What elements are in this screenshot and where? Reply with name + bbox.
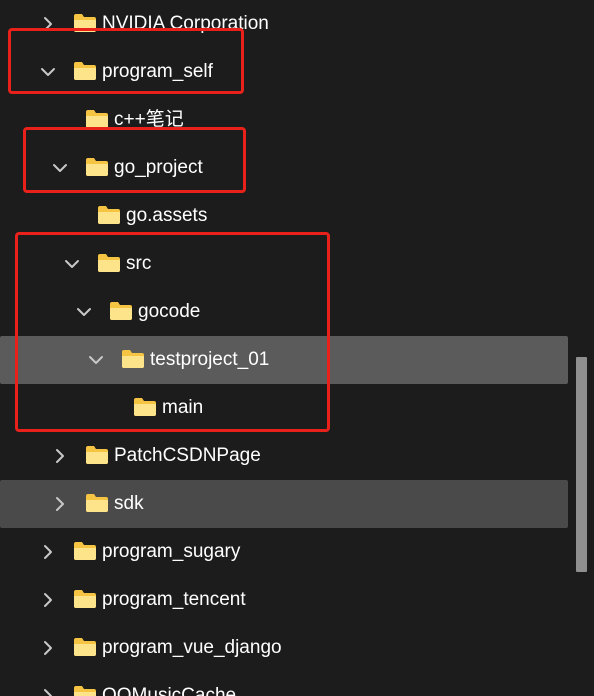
tree-row-label: sdk <box>114 493 144 514</box>
chevron-down-icon[interactable] <box>86 350 106 370</box>
folder-icon <box>133 397 157 417</box>
folder-icon <box>85 493 109 513</box>
tree-row-go-project[interactable]: go_project <box>0 144 568 192</box>
tree-row-go-assets[interactable]: go.assets <box>0 192 568 240</box>
tree-row-label: gocode <box>138 301 201 322</box>
tree-row-nvidia-corporation[interactable]: NVIDIA Corporation <box>0 0 568 48</box>
tree-row-label: NVIDIA Corporation <box>102 13 269 34</box>
folder-icon <box>73 541 97 561</box>
chevron-right-icon[interactable] <box>50 446 70 466</box>
tree-row-label: program_vue_django <box>102 637 282 658</box>
tree-row-label: main <box>162 397 204 418</box>
folder-tree: NVIDIA Corporation program_self c++笔记 go_pr… <box>0 0 594 696</box>
tree-row-testproject-01[interactable]: testproject_01 <box>0 336 568 384</box>
folder-icon <box>73 637 97 657</box>
folder-icon <box>73 13 97 33</box>
tree-row-program-sugary[interactable]: program_sugary <box>0 528 568 576</box>
tree-row-label: QQMusicCache <box>102 685 237 696</box>
tree-row-label: program_sugary <box>102 541 241 562</box>
tree-row-label: src <box>126 253 152 274</box>
chevron-right-icon[interactable] <box>50 494 70 514</box>
folder-icon <box>73 685 97 696</box>
folder-icon <box>121 349 145 369</box>
tree-row-c[interactable]: c++笔记 <box>0 96 568 144</box>
tree-row-label: program_self <box>102 61 213 82</box>
chevron-down-icon[interactable] <box>50 158 70 178</box>
folder-icon <box>85 109 109 129</box>
tree-row-label: program_tencent <box>102 589 246 610</box>
tree-row-program-vue-django[interactable]: program_vue_django <box>0 624 568 672</box>
tree-row-sdk[interactable]: sdk <box>0 480 568 528</box>
tree-row-program-self[interactable]: program_self <box>0 48 568 96</box>
folder-icon <box>85 445 109 465</box>
tree-row-patchcsdnpage[interactable]: PatchCSDNPage <box>0 432 568 480</box>
chevron-down-icon[interactable] <box>38 62 58 82</box>
tree-row-label: testproject_01 <box>150 349 270 370</box>
chevron-right-icon[interactable] <box>38 686 58 696</box>
tree-row-main[interactable]: main <box>0 384 568 432</box>
folder-icon <box>97 253 121 273</box>
tree-row-label: c++笔记 <box>114 109 184 130</box>
chevron-down-icon[interactable] <box>62 254 82 274</box>
folder-icon <box>85 157 109 177</box>
chevron-right-icon[interactable] <box>38 590 58 610</box>
tree-row-gocode[interactable]: gocode <box>0 288 568 336</box>
vertical-scrollbar-thumb[interactable] <box>576 357 587 572</box>
chevron-right-icon[interactable] <box>38 542 58 562</box>
folder-icon <box>109 301 133 321</box>
folder-icon <box>97 205 121 225</box>
chevron-right-icon[interactable] <box>38 638 58 658</box>
tree-row-program-tencent[interactable]: program_tencent <box>0 576 568 624</box>
tree-row-src[interactable]: src <box>0 240 568 288</box>
tree-row-label: go.assets <box>126 205 208 226</box>
folder-icon <box>73 589 97 609</box>
chevron-down-icon[interactable] <box>74 302 94 322</box>
tree-row-label: go_project <box>114 157 203 178</box>
folder-icon <box>73 61 97 81</box>
chevron-right-icon[interactable] <box>38 14 58 34</box>
tree-row-qqmusiccache[interactable]: QQMusicCache <box>0 672 568 696</box>
tree-row-label: PatchCSDNPage <box>114 445 261 466</box>
